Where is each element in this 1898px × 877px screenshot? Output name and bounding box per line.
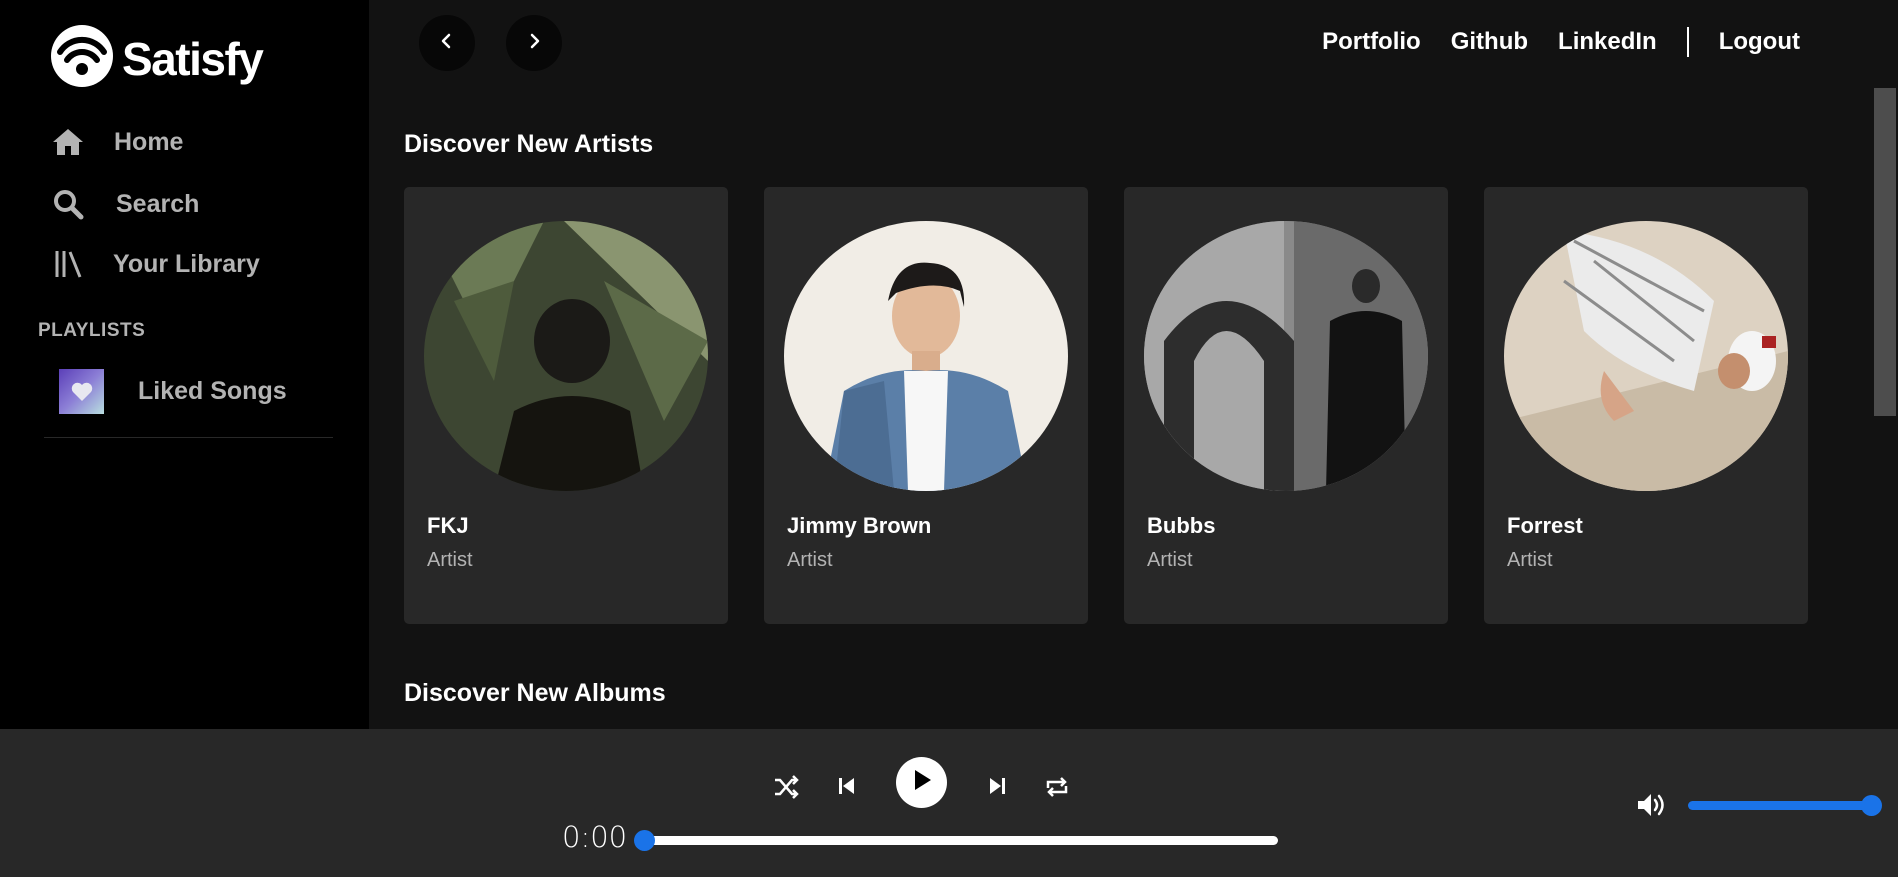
chevron-left-icon xyxy=(439,33,455,54)
playlists-heading: PLAYLISTS xyxy=(38,320,146,341)
shuffle-icon xyxy=(773,774,799,805)
artist-type: Artist xyxy=(1507,549,1553,571)
player-bar: 0:00 xyxy=(0,729,1898,877)
play-button[interactable] xyxy=(896,757,947,808)
previous-icon xyxy=(836,775,858,802)
sidebar-divider xyxy=(44,437,333,438)
next-button[interactable] xyxy=(980,771,1014,805)
artist-name: Jimmy Brown xyxy=(787,513,932,538)
volume-knob[interactable] xyxy=(1861,795,1882,816)
back-button[interactable] xyxy=(419,15,475,71)
brand-name: Satisfy xyxy=(122,32,264,85)
search-icon xyxy=(50,186,86,222)
artist-type: Artist xyxy=(787,549,833,571)
sidebar-item-home[interactable]: Home xyxy=(50,124,183,160)
github-link[interactable]: Github xyxy=(1451,28,1528,56)
volume-icon[interactable] xyxy=(1634,787,1670,823)
current-time: 0:00 xyxy=(562,820,628,854)
home-icon xyxy=(50,124,86,160)
chevron-right-icon xyxy=(526,33,542,54)
sidebar-item-label: Your Library xyxy=(113,249,260,278)
header-divider xyxy=(1686,27,1689,57)
artist-image xyxy=(784,221,1068,491)
artist-name: Bubbs xyxy=(1147,513,1216,538)
playlist-item-liked-songs[interactable]: Liked Songs xyxy=(59,369,287,414)
forward-button[interactable] xyxy=(506,15,562,71)
repeat-icon xyxy=(1044,774,1070,805)
artist-image xyxy=(1144,221,1428,491)
section-title-albums: Discover New Albums xyxy=(404,679,666,707)
main-content[interactable]: Portfolio Github LinkedIn Logout Discove… xyxy=(369,0,1898,729)
play-icon xyxy=(911,768,933,797)
artist-name: FKJ xyxy=(427,513,469,538)
artist-card[interactable]: FKJ Artist xyxy=(404,187,728,624)
artist-name: Forrest xyxy=(1507,513,1583,538)
artist-card[interactable]: Forrest Artist xyxy=(1484,187,1808,624)
portfolio-link[interactable]: Portfolio xyxy=(1322,28,1421,56)
library-icon xyxy=(50,246,86,282)
repeat-button[interactable] xyxy=(1040,772,1074,806)
brand-logo[interactable]: Satisfy xyxy=(50,24,264,93)
heart-icon xyxy=(59,369,104,414)
sidebar-item-label: Home xyxy=(114,127,184,156)
progress-knob[interactable] xyxy=(634,830,655,851)
artist-card[interactable]: Jimmy Brown Artist xyxy=(764,187,1088,624)
linkedin-link[interactable]: LinkedIn xyxy=(1558,28,1657,56)
sidebar-item-library[interactable]: Your Library xyxy=(50,246,260,282)
artist-image xyxy=(424,221,708,491)
sidebar: Satisfy Home Search Your Library PLAYLIS… xyxy=(0,0,369,729)
shuffle-button[interactable] xyxy=(770,773,802,805)
next-icon xyxy=(986,775,1008,802)
playlist-item-label: Liked Songs xyxy=(138,377,287,405)
sidebar-item-label: Search xyxy=(116,189,200,218)
progress-slider[interactable] xyxy=(634,830,1278,851)
sidebar-item-search[interactable]: Search xyxy=(50,186,199,222)
artist-image xyxy=(1504,221,1788,491)
artist-card[interactable]: Bubbs Artist xyxy=(1124,187,1448,624)
volume-slider[interactable] xyxy=(1688,795,1882,816)
previous-button[interactable] xyxy=(830,771,864,805)
logout-button[interactable]: Logout xyxy=(1719,28,1800,56)
header-links: Portfolio Github LinkedIn Logout xyxy=(1322,27,1800,57)
artist-type: Artist xyxy=(427,549,473,571)
scrollbar-thumb[interactable] xyxy=(1874,88,1896,416)
artist-type: Artist xyxy=(1147,549,1193,571)
wifi-broadcast-icon xyxy=(50,24,114,93)
section-title-artists: Discover New Artists xyxy=(404,130,654,158)
